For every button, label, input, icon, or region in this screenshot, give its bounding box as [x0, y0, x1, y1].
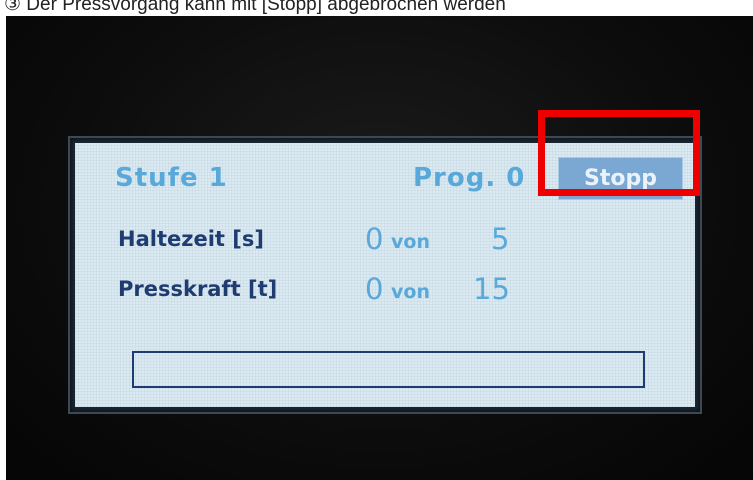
hold-time-current: 0 — [365, 222, 384, 256]
press-force-label: Presskraft [t] — [118, 277, 278, 301]
device-bezel: Stufe 1 Prog. 0 Stopp Haltezeit [s] 0 vo… — [6, 16, 753, 480]
lcd-screen: Stufe 1 Prog. 0 Stopp Haltezeit [s] 0 vo… — [75, 143, 695, 407]
program-label: Prog. 0 — [413, 163, 526, 193]
press-force-target: 15 — [473, 272, 510, 306]
caption-strip: ③ Der Pressvorgang kann mit [Stopp] abge… — [0, 0, 753, 16]
hold-time-separator: von — [391, 231, 430, 253]
press-force-current: 0 — [365, 272, 384, 306]
screen-frame: Stufe 1 Prog. 0 Stopp Haltezeit [s] 0 vo… — [68, 136, 702, 414]
hold-time-target: 5 — [491, 222, 510, 256]
stage-label: Stufe 1 — [115, 163, 228, 193]
photo-page: ③ Der Pressvorgang kann mit [Stopp] abge… — [0, 0, 753, 480]
stop-button[interactable]: Stopp — [558, 157, 683, 200]
press-force-separator: von — [391, 281, 430, 303]
progress-bar — [132, 351, 645, 388]
caption-text: ③ Der Pressvorgang kann mit [Stopp] abge… — [4, 0, 506, 15]
hold-time-label: Haltezeit [s] — [118, 227, 264, 251]
